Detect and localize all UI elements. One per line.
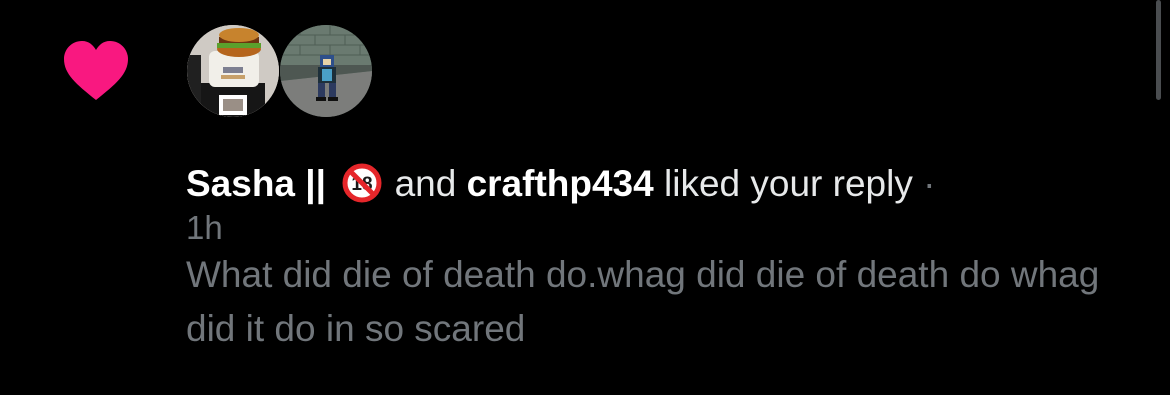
no-under-18-icon: 18 xyxy=(342,163,382,203)
user-name-crafthp434[interactable]: crafthp434 xyxy=(467,163,654,204)
heart-icon xyxy=(62,40,130,102)
scrollbar[interactable] xyxy=(1156,0,1161,100)
action-text: liked your reply xyxy=(664,163,913,204)
avatar-sasha[interactable] xyxy=(187,25,279,117)
separator-dot: · xyxy=(923,163,936,204)
notification-headline: Sasha || 18 and crafthp434 liked your re… xyxy=(186,160,1146,208)
user-name-sasha[interactable]: Sasha || xyxy=(186,163,326,204)
avatar-crafthp434[interactable] xyxy=(280,25,372,117)
timestamp: 1h xyxy=(186,209,223,246)
conjunction: and xyxy=(394,163,457,204)
reply-text[interactable]: What did die of death do.whag did die of… xyxy=(186,248,1146,356)
like-notification[interactable]: Sasha || 18 and crafthp434 liked your re… xyxy=(0,0,1170,395)
notification-content: Sasha || 18 and crafthp434 liked your re… xyxy=(186,160,1146,356)
